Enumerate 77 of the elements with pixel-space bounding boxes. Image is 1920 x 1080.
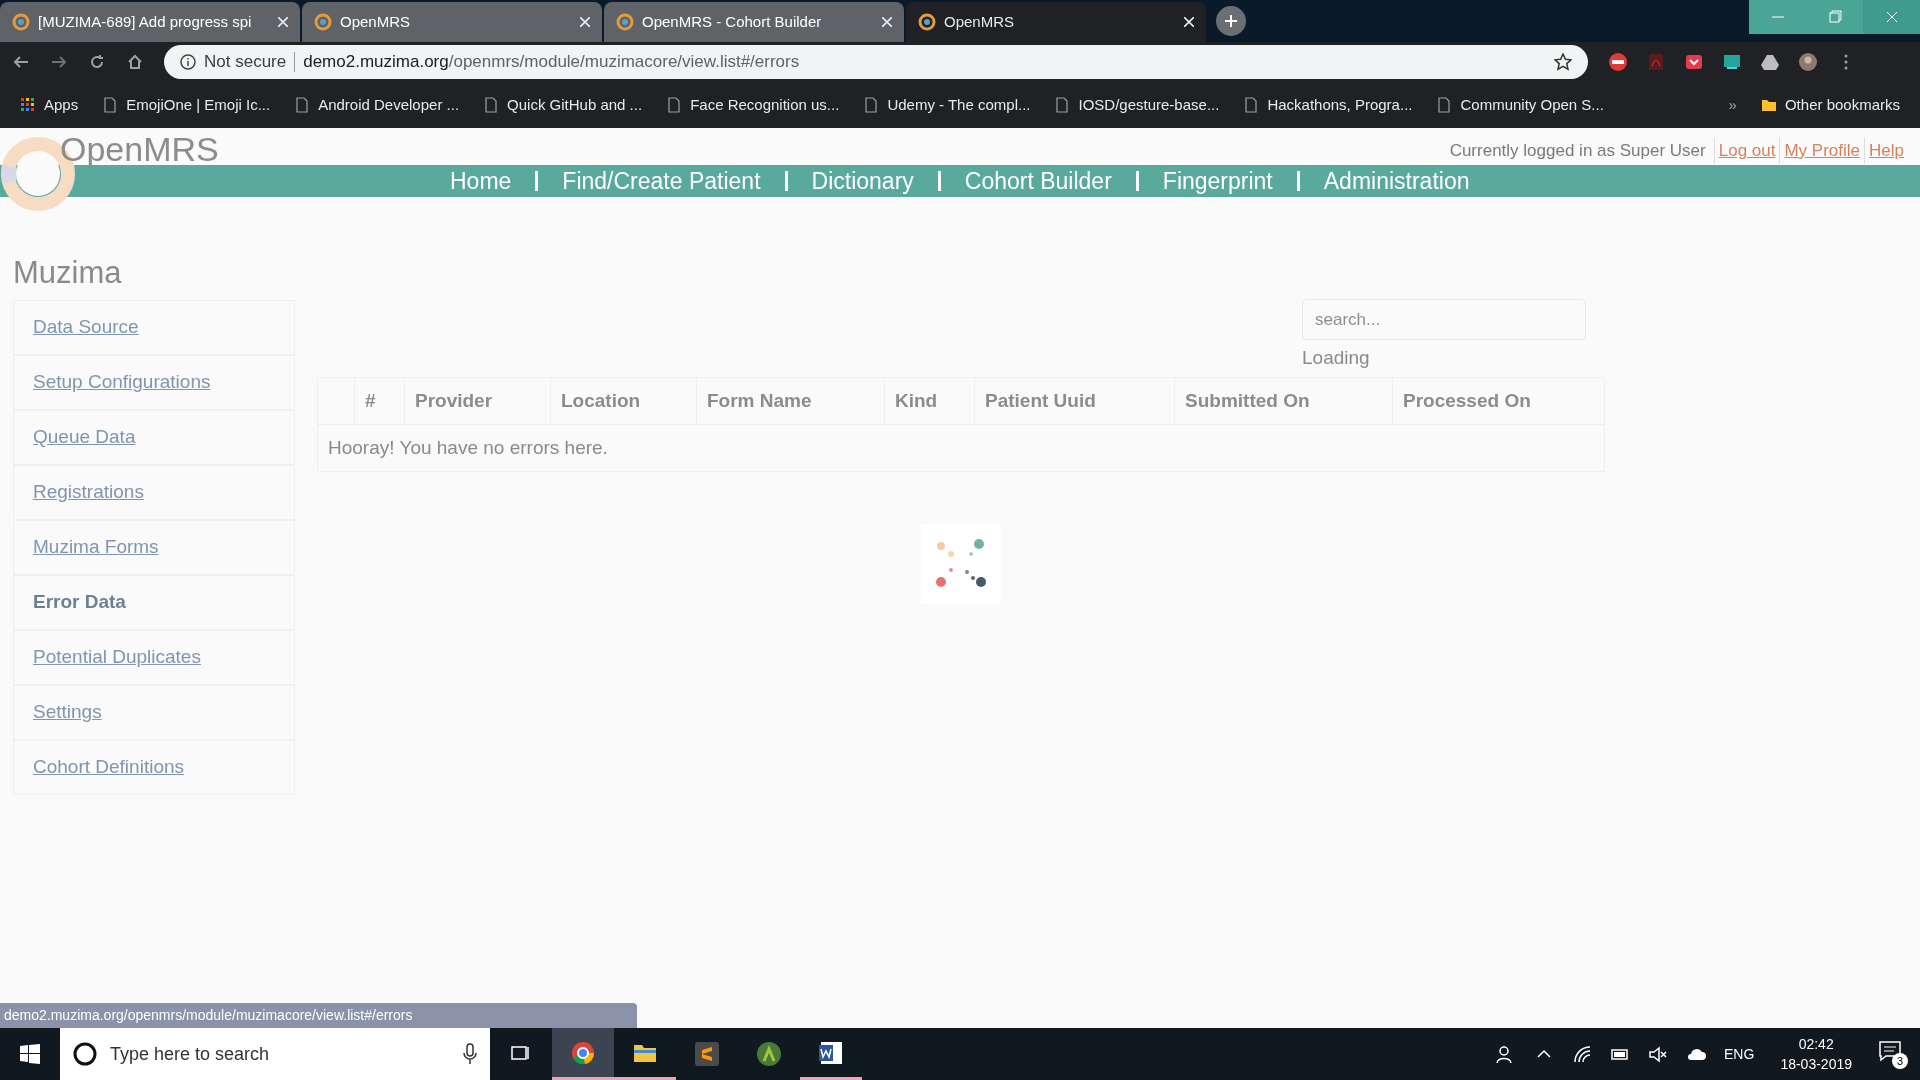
editor-icon	[694, 1041, 720, 1067]
drive-icon[interactable]	[1760, 52, 1780, 72]
browser-tab[interactable]: OpenMRS	[302, 2, 602, 42]
minimize-icon	[1771, 16, 1784, 18]
security-label: Not secure	[204, 51, 287, 74]
folder-icon	[1760, 97, 1777, 113]
sidebar-item[interactable]: Error Data	[13, 575, 295, 630]
notification-icon	[1878, 1039, 1902, 1063]
screen-icon[interactable]	[1722, 52, 1742, 72]
taskbar-search[interactable]: Type here to search	[60, 1028, 490, 1080]
bookmark[interactable]: Udemy - The compl...	[863, 93, 1031, 117]
restore-icon	[1826, 9, 1843, 25]
word-icon	[818, 1039, 844, 1066]
speaker-muted-icon[interactable]	[1648, 1044, 1669, 1064]
page-icon	[102, 97, 119, 113]
column-header: Location	[550, 377, 697, 425]
page-icon	[483, 97, 500, 113]
empty-message: Hooray! You have no errors here.	[317, 424, 1605, 472]
page-icon	[666, 97, 683, 113]
bookmark[interactable]: Community Open S...	[1436, 93, 1604, 117]
column-header: Submitted On	[1174, 377, 1393, 425]
url-text: demo2.muzima.org/openmrs/module/muzimacore/view.list#/errors	[303, 51, 801, 74]
bookmark[interactable]: IOSD/gesture-base...	[1054, 93, 1220, 117]
bookmark[interactable]: Face Recognition us...	[666, 93, 840, 117]
overflow-chevron[interactable]: »	[1728, 93, 1737, 117]
bookmark[interactable]: EmojiOne | Emoji Ic...	[102, 93, 271, 117]
grid-icon	[20, 97, 36, 113]
wifi-icon[interactable]	[1572, 1044, 1593, 1064]
login-status: Currently logged in as Super User	[1449, 140, 1707, 162]
column-header: Kind	[884, 377, 975, 425]
avatar-icon[interactable]	[1798, 52, 1818, 72]
close-icon[interactable]	[1184, 17, 1194, 27]
section-title: Muzima	[13, 254, 123, 292]
browser-tab[interactable]: [MUZIMA-689] Add progress spi	[0, 2, 300, 42]
page-icon	[1243, 97, 1260, 113]
home-icon[interactable]	[126, 53, 144, 71]
favicon-icon	[616, 13, 634, 31]
address-bar[interactable]: Not secure demo2.muzima.org/openmrs/module/muzimacore/view.list#/errors	[164, 45, 1588, 79]
favicon-icon	[314, 13, 332, 31]
column-header: Patient Uuid	[974, 377, 1175, 425]
windows-icon	[19, 1043, 41, 1065]
plus-icon	[1224, 14, 1238, 28]
chrome-icon	[570, 1039, 596, 1066]
browser-tab[interactable]: OpenMRS - Cohort Builder	[604, 2, 904, 42]
favicon-icon	[918, 13, 936, 31]
microphone-icon	[462, 1043, 478, 1065]
new-tab-button[interactable]	[1216, 6, 1246, 36]
clock-date[interactable]: 18-03-2019	[1780, 1054, 1852, 1074]
info-icon	[180, 54, 196, 70]
cortana-icon	[72, 1041, 98, 1067]
bookmark[interactable]: Hackathons, Progra...	[1243, 93, 1413, 117]
column-header: Form Name	[696, 377, 885, 425]
column-header: Processed On	[1392, 377, 1605, 425]
column-header: #	[354, 377, 405, 425]
page-icon	[294, 97, 311, 113]
language-indicator[interactable]: ENG	[1724, 1043, 1755, 1065]
column-header: Provider	[404, 377, 551, 425]
clock-time[interactable]: 02:42	[1798, 1034, 1834, 1054]
star-icon[interactable]	[1554, 53, 1572, 71]
page-icon	[863, 97, 880, 113]
logo-text: OpenMRS	[60, 129, 219, 170]
favicon-icon	[12, 13, 30, 31]
reload-icon[interactable]	[88, 53, 106, 71]
android-studio-icon	[756, 1041, 782, 1067]
bookmark[interactable]: Quick GitHub and ...	[483, 93, 643, 117]
browser-tab[interactable]: OpenMRS	[906, 2, 1206, 42]
ad-block-icon[interactable]	[1608, 52, 1628, 72]
notification-badge: 3	[1892, 1053, 1908, 1069]
page-icon	[1054, 97, 1071, 113]
search-field[interactable]: search...	[1302, 299, 1586, 340]
bookmark[interactable]: Android Developer ...	[294, 93, 460, 117]
loading-text: Loading	[1302, 346, 1370, 371]
status-url: demo2.muzima.org/openmrs/module/muzimacore/view.list#/errors	[0, 1003, 637, 1028]
bookmark-folder[interactable]: Other bookmarks	[1760, 93, 1900, 117]
bookmark[interactable]: Apps	[20, 93, 79, 117]
page-icon	[1436, 97, 1453, 113]
pocket-icon[interactable]	[1684, 52, 1704, 72]
